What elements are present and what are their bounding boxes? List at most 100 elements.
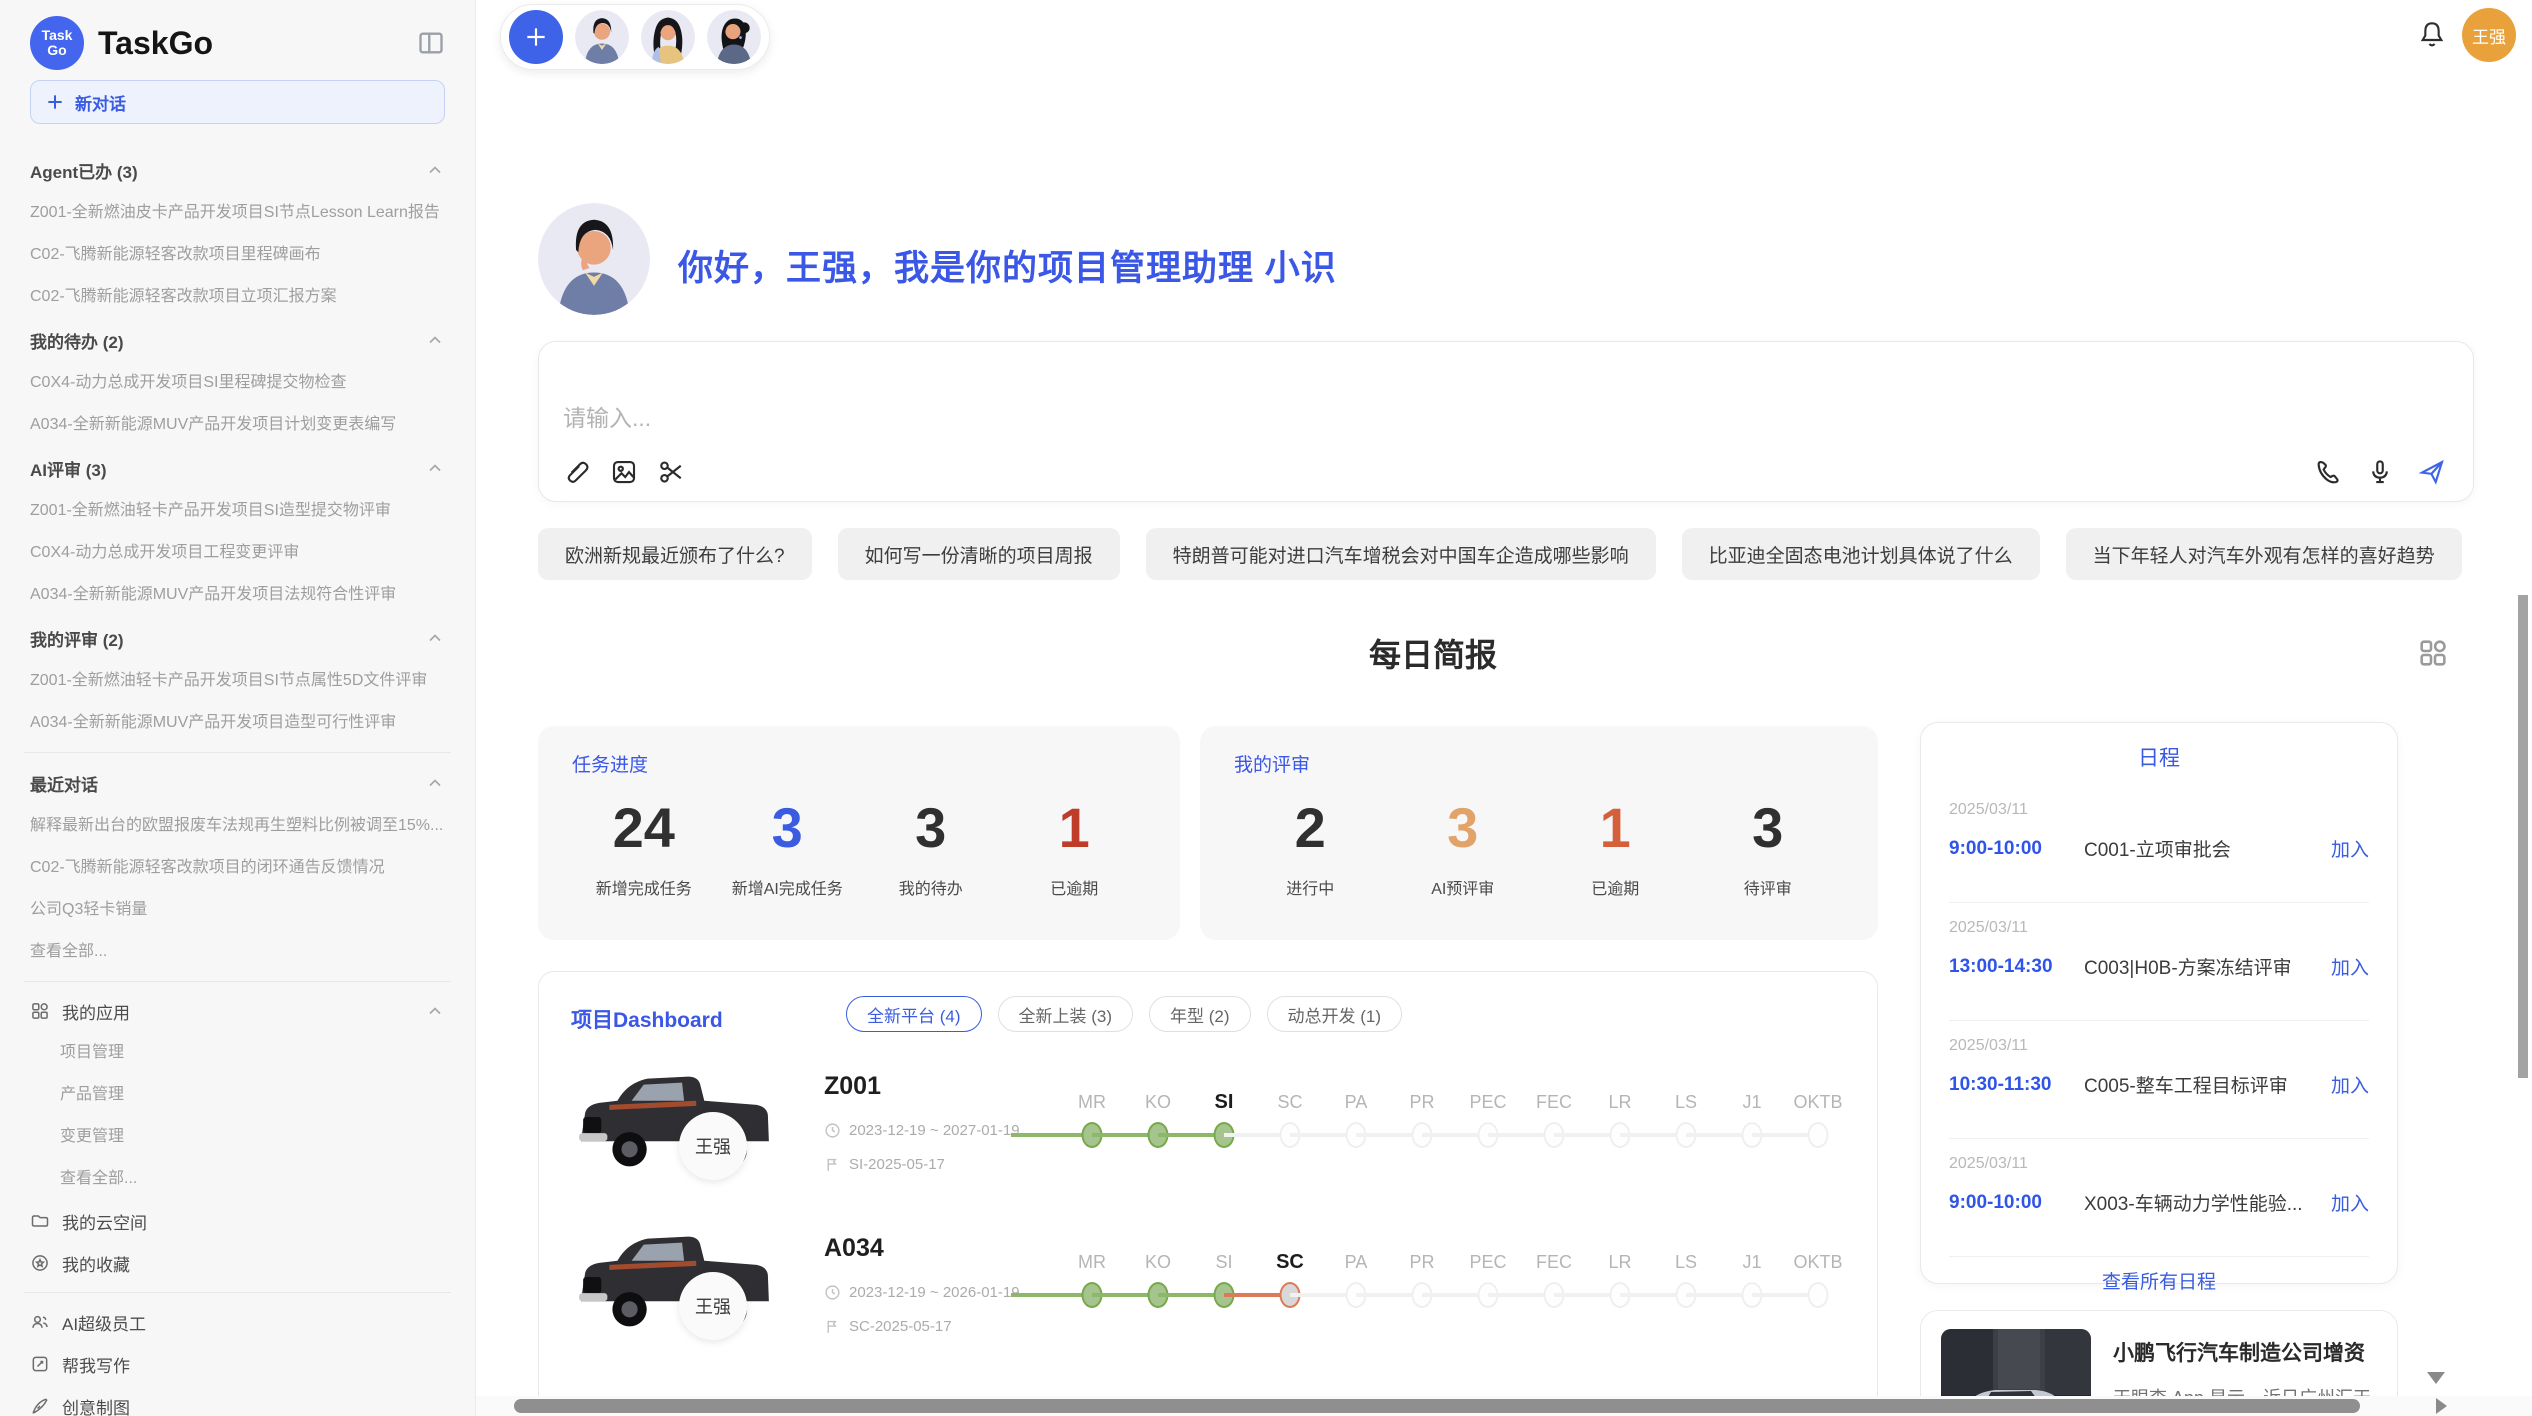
- task-progress-card: 任务进度 24 新增完成任务 3 新增AI完成任务 3 我的待办 1 已逾期: [538, 726, 1180, 940]
- app-logo: Task Go: [30, 16, 84, 70]
- sidebar-cloud-space[interactable]: 我的云空间: [30, 1200, 445, 1242]
- chat-input[interactable]: [563, 398, 2063, 438]
- sidebar-item-view-all[interactable]: 查看全部...: [30, 931, 445, 973]
- event-title: C003|H0B-方案冻结评审: [2084, 953, 2319, 980]
- sidebar-favorites[interactable]: 我的收藏: [30, 1242, 445, 1284]
- milestone-label: SC: [1257, 1084, 1323, 1120]
- sidebar-section-my-todo[interactable]: 我的待办 (2): [30, 318, 445, 362]
- sidebar-my-apps-label: 我的应用: [62, 999, 413, 1024]
- milestone-SI: SI: [1191, 1244, 1257, 1312]
- project-name[interactable]: A034: [824, 1234, 884, 1263]
- owner-name: 王强: [695, 1133, 731, 1159]
- sidebar-item[interactable]: Z001-全新燃油轻卡产品开发项目SI节点属性5D文件评审: [30, 660, 445, 702]
- join-button[interactable]: 加入: [2331, 1071, 2369, 1098]
- milestone-label: PR: [1389, 1084, 1455, 1120]
- stat-label: 我的待办: [859, 875, 1003, 899]
- milestone-label: J1: [1719, 1244, 1785, 1280]
- join-button[interactable]: 加入: [2331, 1189, 2369, 1216]
- agent-avatar-3[interactable]: [707, 10, 761, 64]
- agent-avatar-1[interactable]: [575, 10, 629, 64]
- sidebar-item[interactable]: 公司Q3轻卡销量: [30, 889, 445, 931]
- image-icon[interactable]: [609, 457, 639, 487]
- sidebar-help-write[interactable]: 帮我写作: [30, 1343, 445, 1385]
- microphone-icon[interactable]: [2365, 457, 2395, 487]
- sidebar-section-recent[interactable]: 最近对话: [30, 761, 445, 805]
- panel-collapse-icon[interactable]: [417, 29, 445, 57]
- suggestion-chip[interactable]: 当下年轻人对汽车外观有怎样的喜好趋势: [2066, 528, 2462, 580]
- sidebar-item[interactable]: 解释最新出台的欧盟报废车法规再生塑料比例被调至15%...: [30, 805, 445, 847]
- milestone-OKTB: OKTB: [1785, 1084, 1851, 1152]
- sidebar-item[interactable]: C02-飞腾新能源轻客改款项目里程碑画布: [30, 234, 445, 276]
- card-title: 我的评审: [1234, 750, 1844, 777]
- dashboard-title: 项目Dashboard: [571, 1004, 723, 1034]
- join-button[interactable]: 加入: [2331, 835, 2369, 862]
- horizontal-scrollbar-thumb[interactable]: [514, 1399, 2360, 1413]
- sidebar-app-view-all[interactable]: 查看全部...: [30, 1158, 445, 1200]
- sidebar-item[interactable]: A034-全新新能源MUV产品开发项目法规符合性评审: [30, 574, 445, 616]
- scissors-icon[interactable]: [657, 457, 687, 487]
- notifications-bell-icon[interactable]: [2416, 18, 2448, 50]
- milestone-label: PEC: [1455, 1244, 1521, 1280]
- sidebar-item[interactable]: C0X4-动力总成开发项目工程变更评审: [30, 532, 445, 574]
- sidebar-my-apps[interactable]: 我的应用: [30, 990, 445, 1032]
- sidebar-section-my-review[interactable]: 我的评审 (2): [30, 616, 445, 660]
- paperclip-icon[interactable]: [561, 457, 591, 487]
- sidebar-ai-super-staff[interactable]: AI超级员工: [30, 1301, 445, 1343]
- view-all-schedule-link[interactable]: 查看所有日程: [1949, 1257, 2369, 1303]
- sidebar-item[interactable]: Z001-全新燃油皮卡产品开发项目SI节点Lesson Learn报告: [30, 192, 445, 234]
- sidebar-section-ai-review[interactable]: AI评审 (3): [30, 446, 445, 490]
- event-date: 2025/03/11: [1949, 1037, 2369, 1055]
- milestone-MR: MR: [1059, 1244, 1125, 1312]
- tab-new-platform[interactable]: 全新平台 (4): [846, 996, 982, 1032]
- sidebar-app-product-mgmt[interactable]: 产品管理: [30, 1074, 445, 1116]
- tab-new-upfit[interactable]: 全新上装 (3): [998, 996, 1134, 1032]
- app-root: Task Go TaskGo 新对话 Agent已办 (3) Z001-全新燃油…: [0, 0, 2532, 1416]
- sidebar-app-project-mgmt[interactable]: 项目管理: [30, 1032, 445, 1074]
- schedule-card: 日程 2025/03/11 9:00-10:00 C001-立项审批会 加入 2…: [1920, 722, 2398, 1284]
- sidebar-creative-draw[interactable]: 创意制图: [30, 1385, 445, 1416]
- milestone-SI: SI: [1191, 1084, 1257, 1152]
- milestone-node-OKTB: [1808, 1282, 1829, 1308]
- owner-name: 王强: [695, 1293, 731, 1319]
- sidebar-item[interactable]: Z001-全新燃油轻卡产品开发项目SI造型提交物评审: [30, 490, 445, 532]
- milestone-label: J1: [1719, 1084, 1785, 1120]
- schedule-event: 2025/03/11 13:00-14:30 C003|H0B-方案冻结评审 加…: [1949, 903, 2369, 1021]
- new-chat-button[interactable]: 新对话: [30, 80, 445, 124]
- assistant-avatar: [538, 203, 650, 315]
- clock-icon: [824, 1122, 841, 1139]
- vertical-scrollbar-thumb[interactable]: [2518, 595, 2528, 1078]
- scroll-right-arrow[interactable]: [2436, 1398, 2447, 1414]
- schedule-title: 日程: [1949, 729, 2369, 785]
- grid-icon[interactable]: [2416, 636, 2450, 670]
- milestone-label: PR: [1389, 1244, 1455, 1280]
- project-name[interactable]: Z001: [824, 1072, 881, 1101]
- sidebar-item[interactable]: A034-全新新能源MUV产品开发项目造型可行性评审: [30, 702, 445, 744]
- project-dates: 2023-12-19 ~ 2027-01-19: [824, 1122, 1020, 1139]
- chevron-up-icon: [425, 458, 445, 478]
- scroll-down-arrow[interactable]: [2427, 1372, 2445, 1384]
- suggestion-chip[interactable]: 如何写一份清晰的项目周报: [838, 528, 1120, 580]
- suggestion-chip[interactable]: 欧洲新规最近颁布了什么?: [538, 528, 812, 580]
- agent-avatar-2[interactable]: [641, 10, 695, 64]
- phone-icon[interactable]: [2313, 457, 2343, 487]
- sidebar-item[interactable]: C02-飞腾新能源轻客改款项目的闭环通告反馈情况: [30, 847, 445, 889]
- user-avatar[interactable]: 王强: [2462, 8, 2516, 62]
- composer-left-tools: [561, 457, 687, 487]
- tab-powertrain-dev[interactable]: 动总开发 (1): [1267, 996, 1403, 1032]
- project-dashboard-card: 项目Dashboard 全新平台 (4) 全新上装 (3) 年型 (2) 动总开…: [538, 971, 1878, 1416]
- sidebar-item[interactable]: C02-飞腾新能源轻客改款项目立项汇报方案: [30, 276, 445, 318]
- event-time: 9:00-10:00: [1949, 838, 2084, 860]
- add-agent-button[interactable]: [509, 10, 563, 64]
- chevron-up-icon: [425, 628, 445, 648]
- sidebar-item[interactable]: C0X4-动力总成开发项目SI里程碑提交物检查: [30, 362, 445, 404]
- suggestion-chip[interactable]: 比亚迪全固态电池计划具体说了什么: [1682, 528, 2040, 580]
- sidebar-favorites-label: 我的收藏: [62, 1251, 445, 1276]
- sidebar-item[interactable]: A034-全新新能源MUV产品开发项目计划变更表编写: [30, 404, 445, 446]
- send-icon[interactable]: [2417, 457, 2447, 487]
- suggestion-chip[interactable]: 特朗普可能对进口汽车增税会对中国车企造成哪些影响: [1146, 528, 1656, 580]
- sidebar-app-change-mgmt[interactable]: 变更管理: [30, 1116, 445, 1158]
- join-button[interactable]: 加入: [2331, 953, 2369, 980]
- pen-icon: [30, 1396, 50, 1416]
- tab-model-year[interactable]: 年型 (2): [1149, 996, 1251, 1032]
- sidebar-section-agent-done[interactable]: Agent已办 (3): [30, 148, 445, 192]
